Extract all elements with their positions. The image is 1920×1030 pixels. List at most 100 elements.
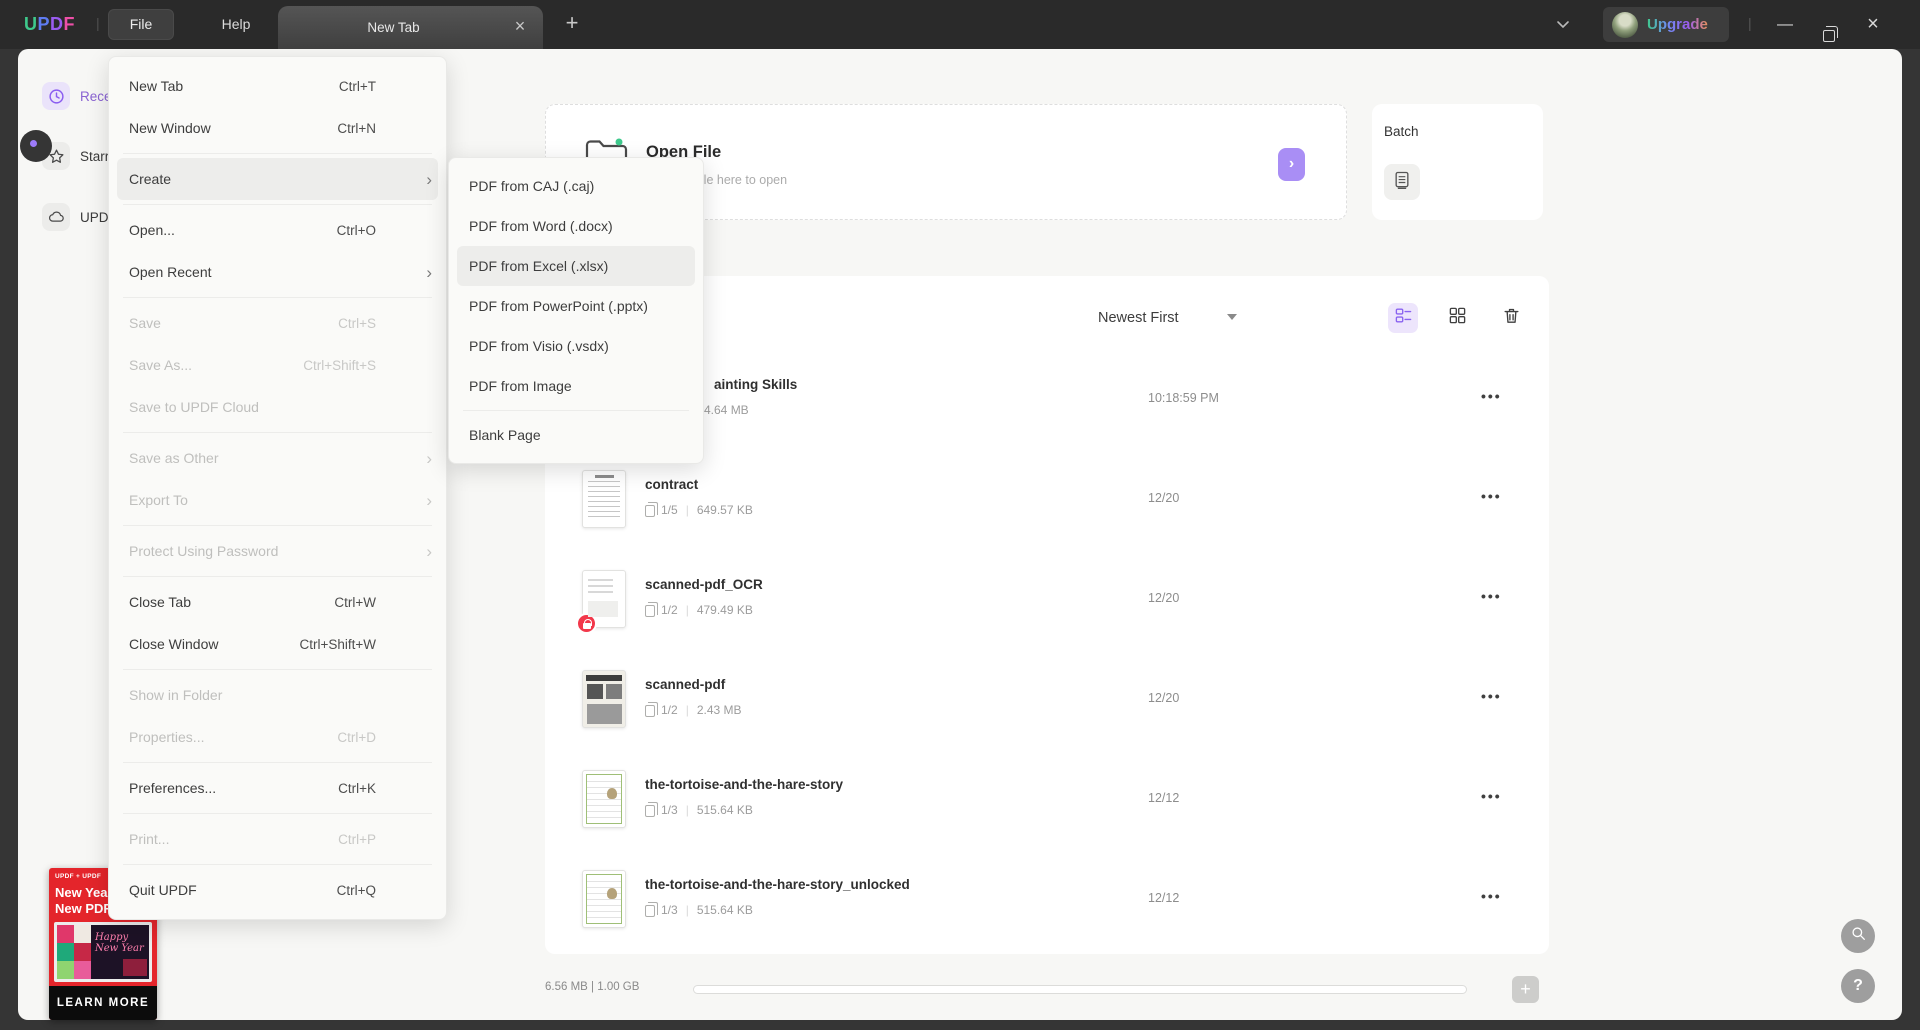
file-row-contract[interactable]: contract 1/5 | 649.57 KB 12/20 ••• xyxy=(545,450,1549,550)
menu-item-label: Create xyxy=(129,171,172,187)
collapse-toolbar-button[interactable] xyxy=(1548,0,1578,49)
clock-icon xyxy=(42,82,70,110)
add-storage-button[interactable]: + xyxy=(1512,976,1539,1003)
file-row-the-tortoise-and-the-hare-story[interactable]: the-tortoise-and-the-hare-story 1/3 | 515.6… xyxy=(545,750,1549,850)
tab-close-button[interactable]: × xyxy=(509,16,531,38)
file-date: 12/20 xyxy=(1148,591,1180,605)
file-row-scanned-pdf[interactable]: scanned-pdf 1/2 | 2.43 MB 12/20 ••• xyxy=(545,650,1549,750)
logo-letter: F xyxy=(63,14,76,34)
menu-item-shortcut: Ctrl+O xyxy=(336,222,376,238)
file-more-button[interactable]: ••• xyxy=(1481,788,1502,804)
batch-card: Batch xyxy=(1372,104,1543,220)
meta-divider: | xyxy=(685,903,689,917)
help-menu-button[interactable]: Help xyxy=(206,9,266,40)
menu-item-open-recent[interactable]: Open Recent › xyxy=(109,251,446,293)
menu-item-save[interactable]: Save Ctrl+S xyxy=(109,302,446,344)
grid-view-button[interactable] xyxy=(1442,303,1472,333)
menu-item-label: Save to UPDF Cloud xyxy=(129,399,259,415)
file-more-button[interactable]: ••• xyxy=(1481,388,1502,404)
menu-item-export-to[interactable]: Export To › xyxy=(109,479,446,521)
menu-item-pdf-from-visio-vsdx[interactable]: PDF from Visio (.vsdx) xyxy=(449,326,703,366)
menu-item-properties[interactable]: Properties... Ctrl+D xyxy=(109,716,446,758)
menu-item-shortcut: Ctrl+P xyxy=(338,831,376,847)
menu-item-create[interactable]: Create › xyxy=(117,158,438,200)
sort-dropdown[interactable]: Newest First xyxy=(1098,306,1179,330)
promo-screenshot: Happy New Year xyxy=(54,922,152,982)
menu-item-blank-page[interactable]: Blank Page xyxy=(449,415,703,455)
menu-item-pdf-from-excel-xlsx[interactable]: PDF from Excel (.xlsx) xyxy=(457,246,695,286)
file-size: 515.64 KB xyxy=(696,803,753,817)
file-row-the-tortoise-and-the-hare-story-unlocked[interactable]: the-tortoise-and-the-hare-story_unlocked… xyxy=(545,850,1549,950)
list-view-button[interactable] xyxy=(1388,303,1418,333)
titlebar: UPDF | File Help New Tab × + Upgrade | —… xyxy=(0,0,1920,49)
add-tab-button[interactable]: + xyxy=(556,8,588,40)
restore-button[interactable] xyxy=(1808,0,1850,49)
menu-item-pdf-from-image[interactable]: PDF from Image xyxy=(449,366,703,406)
menu-separator xyxy=(123,669,432,670)
menu-item-protect-using-password[interactable]: Protect Using Password › xyxy=(109,530,446,572)
file-more-button[interactable]: ••• xyxy=(1481,888,1502,904)
search-button[interactable] xyxy=(1841,919,1875,953)
menu-item-preferences[interactable]: Preferences... Ctrl+K xyxy=(109,767,446,809)
upgrade-button[interactable]: Upgrade xyxy=(1603,7,1729,42)
minimize-button[interactable]: — xyxy=(1764,0,1806,49)
file-date: 12/20 xyxy=(1148,691,1180,705)
search-icon xyxy=(1850,925,1867,947)
file-thumbnail xyxy=(582,670,626,728)
notification-dot xyxy=(30,140,37,147)
sort-label: Newest First xyxy=(1098,310,1179,326)
logo-letter: P xyxy=(37,14,51,34)
file-more-button[interactable]: ••• xyxy=(1481,688,1502,704)
menu-item-label: Save As... xyxy=(129,357,193,373)
cloud-icon xyxy=(42,203,70,231)
menu-separator xyxy=(123,297,432,298)
page-count: 1/3 xyxy=(661,903,678,917)
pages-icon xyxy=(645,602,658,617)
menu-item-pdf-from-powerpoint-pptx[interactable]: PDF from PowerPoint (.pptx) xyxy=(449,286,703,326)
menu-item-save-to-updf-cloud[interactable]: Save to UPDF Cloud xyxy=(109,386,446,428)
file-meta: 1/5 | 649.57 KB xyxy=(645,502,753,517)
file-more-button[interactable]: ••• xyxy=(1481,588,1502,604)
open-file-button[interactable]: › xyxy=(1278,148,1305,181)
promo-script-text: Happy New Year xyxy=(95,932,144,954)
menu-item-quit-updf[interactable]: Quit UPDF Ctrl+Q xyxy=(109,869,446,911)
menu-item-pdf-from-word-docx[interactable]: PDF from Word (.docx) xyxy=(449,206,703,246)
menu-item-show-in-folder[interactable]: Show in Folder xyxy=(109,674,446,716)
menu-item-pdf-from-caj-caj[interactable]: PDF from CAJ (.caj) xyxy=(449,166,703,206)
close-window-button[interactable]: × xyxy=(1852,0,1894,49)
file-size: 479.49 KB xyxy=(696,603,753,617)
menu-item-close-window[interactable]: Close Window Ctrl+Shift+W xyxy=(109,623,446,665)
file-size: 515.64 KB xyxy=(696,903,753,917)
user-avatar[interactable] xyxy=(1612,11,1638,38)
menu-separator xyxy=(123,204,432,205)
upgrade-label: Upgrade xyxy=(1647,16,1708,33)
chevron-down-icon xyxy=(1556,16,1570,34)
batch-button[interactable] xyxy=(1384,164,1420,200)
help-button[interactable]: ? xyxy=(1841,969,1875,1003)
file-meta: 1/3 | 515.64 KB xyxy=(645,802,753,817)
file-menu-button[interactable]: File xyxy=(108,9,174,40)
menu-item-label: New Tab xyxy=(129,78,184,94)
trash-icon xyxy=(1502,306,1521,330)
logo-letter: D xyxy=(50,14,64,34)
delete-button[interactable] xyxy=(1496,303,1526,333)
tab-new-tab[interactable]: New Tab × xyxy=(278,6,543,49)
chevron-right-icon: › xyxy=(426,490,432,510)
learn-more-button[interactable]: LEARN MORE xyxy=(49,986,157,1020)
menu-item-open[interactable]: Open... Ctrl+O xyxy=(109,209,446,251)
menu-item-label: Close Tab xyxy=(129,594,192,610)
caret-down-icon xyxy=(1227,314,1237,320)
sidebar-edge-handle[interactable] xyxy=(20,130,52,162)
page-count: 1/2 xyxy=(661,603,678,617)
file-date: 12/12 xyxy=(1148,891,1180,905)
file-more-button[interactable]: ••• xyxy=(1481,488,1502,504)
menu-item-save-as[interactable]: Save As... Ctrl+Shift+S xyxy=(109,344,446,386)
menu-item-new-window[interactable]: New Window Ctrl+N xyxy=(109,107,446,149)
menu-item-close-tab[interactable]: Close Tab Ctrl+W xyxy=(109,581,446,623)
menu-item-save-as-other[interactable]: Save as Other › xyxy=(109,437,446,479)
file-row-scanned-pdf-ocr[interactable]: scanned-pdf_OCR 1/2 | 479.49 KB 12/20 ••• xyxy=(545,550,1549,650)
grid-view-icon xyxy=(1448,306,1467,330)
storage-total: 1.00 GB xyxy=(597,981,640,993)
menu-item-print[interactable]: Print... Ctrl+P xyxy=(109,818,446,860)
menu-item-new-tab[interactable]: New Tab Ctrl+T xyxy=(109,65,446,107)
